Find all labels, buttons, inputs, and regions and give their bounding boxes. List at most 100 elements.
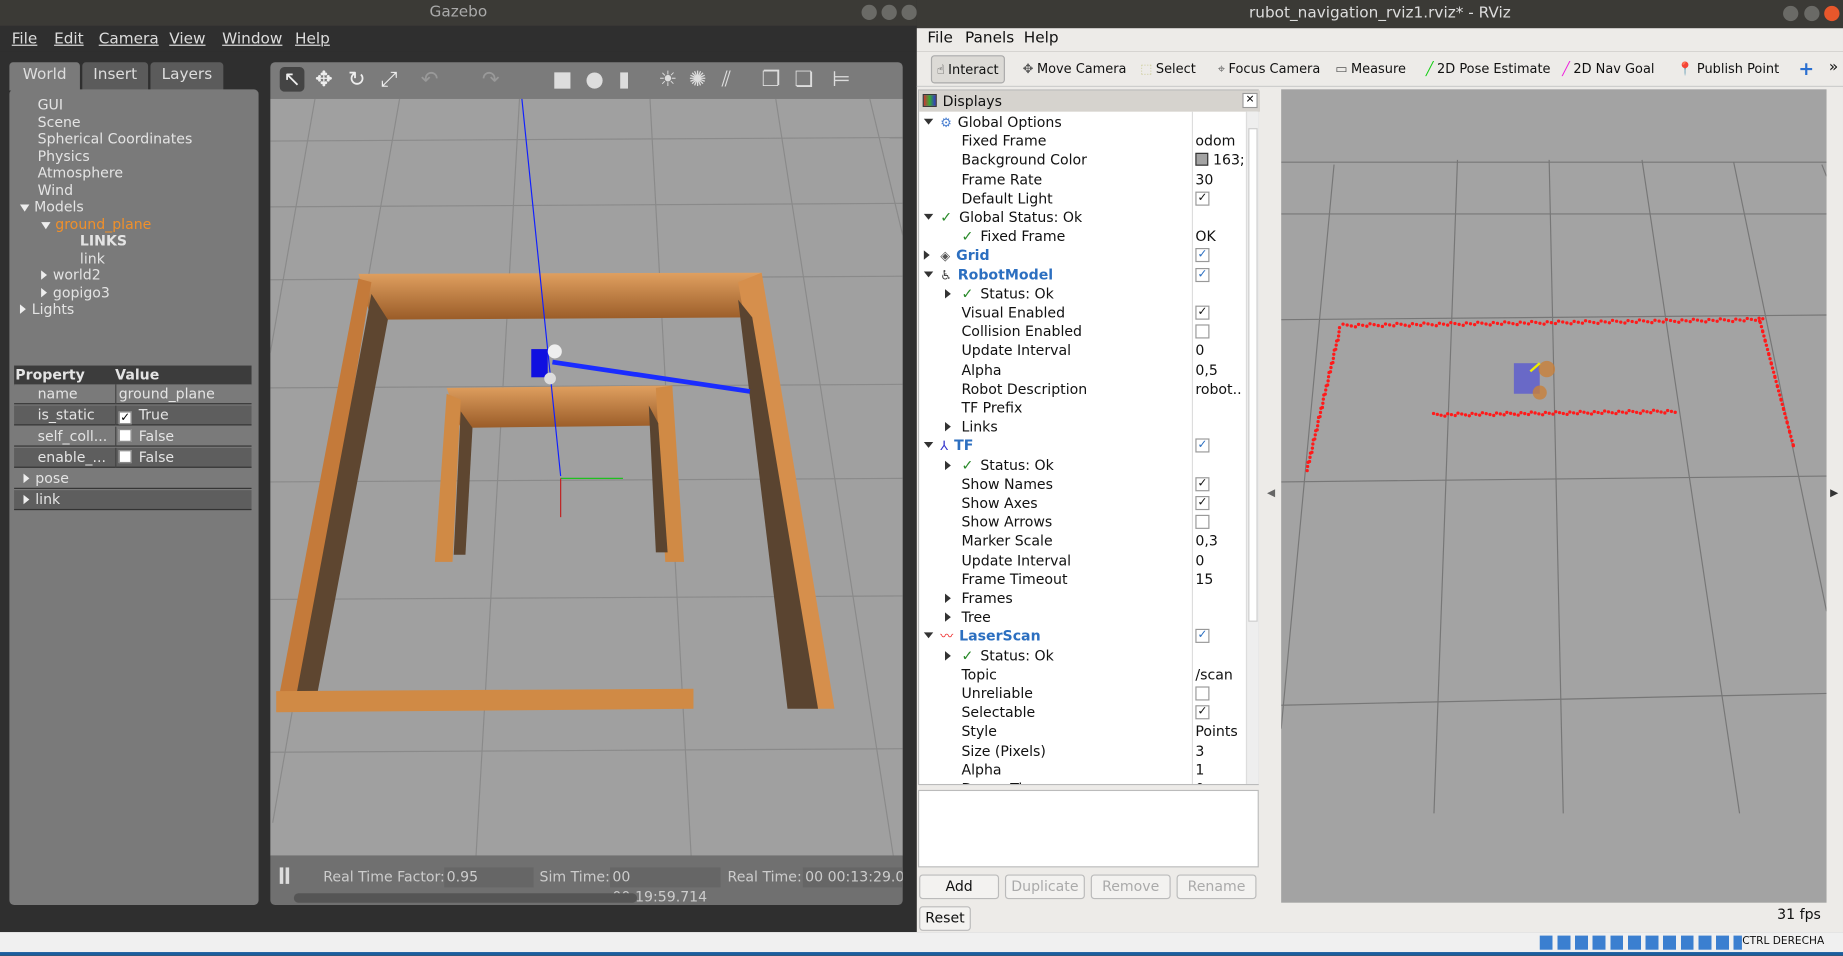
tab-insert[interactable]: Insert: [82, 62, 149, 91]
row-value[interactable]: robot..: [1195, 379, 1241, 398]
rviz-3d-view[interactable]: [1281, 89, 1827, 903]
display-row[interactable]: Alpha 0,5: [919, 360, 1246, 379]
display-row[interactable]: ♿ RobotModel ✓: [919, 265, 1246, 284]
display-row[interactable]: ✓ Fixed Frame OK: [919, 227, 1246, 246]
property-row[interactable]: is_static ✓ True: [14, 405, 252, 426]
directional-light-icon[interactable]: ⫽: [722, 67, 731, 92]
row-value[interactable]: Points: [1195, 722, 1237, 741]
display-row[interactable]: Unreliable: [919, 684, 1246, 703]
box-icon[interactable]: ■: [552, 67, 572, 92]
collapsed-arrow-icon[interactable]: [41, 287, 48, 297]
rename-button[interactable]: Rename: [1176, 874, 1257, 900]
display-row[interactable]: ⚙ Global Options: [919, 113, 1246, 132]
display-row[interactable]: ✓ Status: Ok: [919, 284, 1246, 303]
tree-item[interactable]: GUI: [20, 96, 63, 112]
row-value[interactable]: OK: [1195, 227, 1215, 246]
duplicate-button[interactable]: Duplicate: [1004, 874, 1085, 900]
add-tool-icon[interactable]: +: [1798, 58, 1814, 80]
minimize-button[interactable]: [861, 4, 877, 20]
display-row[interactable]: Frames: [919, 589, 1246, 608]
tool-publish-point[interactable]: 📍 Publish Point: [1673, 55, 1784, 83]
collapsed-arrow-icon[interactable]: [945, 460, 951, 470]
collapsed-arrow-icon[interactable]: [41, 270, 48, 280]
cylinder-icon[interactable]: ▮: [618, 67, 630, 92]
color-swatch[interactable]: [1195, 153, 1209, 167]
tree-item[interactable]: Lights: [19, 301, 74, 317]
display-row[interactable]: Frame Rate 30: [919, 170, 1246, 189]
display-row[interactable]: Tree: [919, 608, 1246, 627]
tool-measure[interactable]: ▭ Measure: [1331, 55, 1411, 83]
collapsed-arrow-icon[interactable]: [945, 288, 951, 299]
menu-help[interactable]: Help: [1024, 29, 1059, 47]
display-row[interactable]: ✓ Global Status: Ok: [919, 208, 1246, 227]
tree-item[interactable]: Spherical Coordinates: [20, 130, 193, 146]
checkbox[interactable]: [1195, 515, 1210, 530]
horizontal-scrollbar[interactable]: [293, 893, 638, 903]
more-tools-icon[interactable]: »: [1829, 59, 1838, 77]
display-row[interactable]: Topic/scan: [919, 665, 1246, 684]
expanded-arrow-icon[interactable]: [923, 271, 934, 277]
menu-panels[interactable]: Panels: [965, 29, 1014, 47]
checkbox[interactable]: ✓: [118, 411, 132, 425]
remove-button[interactable]: Remove: [1090, 874, 1171, 900]
sphere-icon[interactable]: ●: [585, 67, 603, 92]
tree-item[interactable]: link: [62, 250, 105, 266]
menu-edit[interactable]: Edit: [54, 31, 84, 49]
display-row[interactable]: Show Arrows: [919, 513, 1246, 532]
menu-camera[interactable]: Camera: [99, 31, 159, 49]
property-row[interactable]: name ground_plane: [14, 384, 252, 405]
expanded-arrow-icon[interactable]: [923, 213, 934, 220]
tree-item[interactable]: Physics: [20, 148, 90, 164]
tool-select[interactable]: ⬚ Select: [1135, 55, 1200, 83]
tool-focus-camera[interactable]: ⌖ Focus Camera: [1213, 55, 1325, 83]
row-value[interactable]: odom: [1195, 132, 1235, 151]
tree-item[interactable]: LINKS: [62, 233, 127, 249]
display-row[interactable]: Fixed Frame odom: [919, 132, 1246, 151]
display-row[interactable]: Size (Pixels) 3: [919, 741, 1246, 760]
checkbox[interactable]: [118, 450, 132, 464]
display-row[interactable]: ⅄ TF ✓: [919, 437, 1246, 456]
tree-item[interactable]: ground_plane: [41, 216, 151, 232]
gazebo-3d-viewport[interactable]: [270, 98, 903, 856]
display-row[interactable]: 〰 LaserScan ✓: [919, 627, 1246, 646]
collapsed-arrow-icon[interactable]: [923, 250, 930, 261]
collapse-right-icon[interactable]: ▶: [1830, 488, 1838, 500]
checkbox[interactable]: ✓: [1195, 267, 1210, 282]
expanded-arrow-icon[interactable]: [19, 204, 30, 212]
rotate-icon[interactable]: ↻: [348, 67, 366, 92]
expanded-arrow-icon[interactable]: [923, 632, 934, 639]
redo-icon[interactable]: ↷: [482, 67, 500, 92]
reset-button[interactable]: Reset: [919, 906, 971, 931]
tab-layers[interactable]: Layers: [150, 62, 224, 91]
tree-item[interactable]: Models: [19, 199, 84, 215]
display-row[interactable]: ✓ Status: Ok: [919, 646, 1246, 665]
tree-item[interactable]: Scene: [20, 113, 81, 129]
display-row[interactable]: Decay Time 0: [919, 779, 1246, 784]
close-button[interactable]: [1824, 5, 1840, 22]
display-row[interactable]: Update Interval 0: [919, 551, 1246, 570]
display-row[interactable]: Default Light ✓: [919, 189, 1246, 208]
expanded-arrow-icon[interactable]: [41, 221, 51, 229]
collapsed-arrow-icon[interactable]: [945, 650, 951, 661]
row-value[interactable]: 3: [1195, 741, 1204, 760]
align-icon[interactable]: ⊨: [832, 67, 850, 92]
row-value[interactable]: 0,3: [1195, 532, 1217, 551]
checkbox[interactable]: ✓: [1195, 305, 1210, 320]
maximize-button[interactable]: [881, 4, 897, 20]
tab-world[interactable]: World: [9, 62, 80, 91]
scale-icon[interactable]: ⤢: [381, 67, 398, 92]
add-button[interactable]: Add: [919, 874, 1000, 900]
checkbox[interactable]: [1195, 686, 1210, 701]
maximize-button[interactable]: [1804, 5, 1820, 22]
property-row[interactable]: link: [14, 490, 252, 511]
collapsed-arrow-icon[interactable]: [23, 494, 30, 505]
property-row[interactable]: enable_... False: [14, 447, 252, 468]
checkbox[interactable]: [1195, 324, 1210, 339]
undo-icon[interactable]: ↶: [421, 67, 439, 92]
row-value[interactable]: 1: [1195, 760, 1204, 779]
row-value[interactable]: 0: [1195, 779, 1204, 784]
pause-icon[interactable]: [279, 867, 284, 884]
menu-file[interactable]: File: [12, 31, 38, 49]
tree-item[interactable]: Wind: [20, 182, 73, 198]
tool-move-camera[interactable]: ✥ Move Camera: [1018, 55, 1131, 83]
